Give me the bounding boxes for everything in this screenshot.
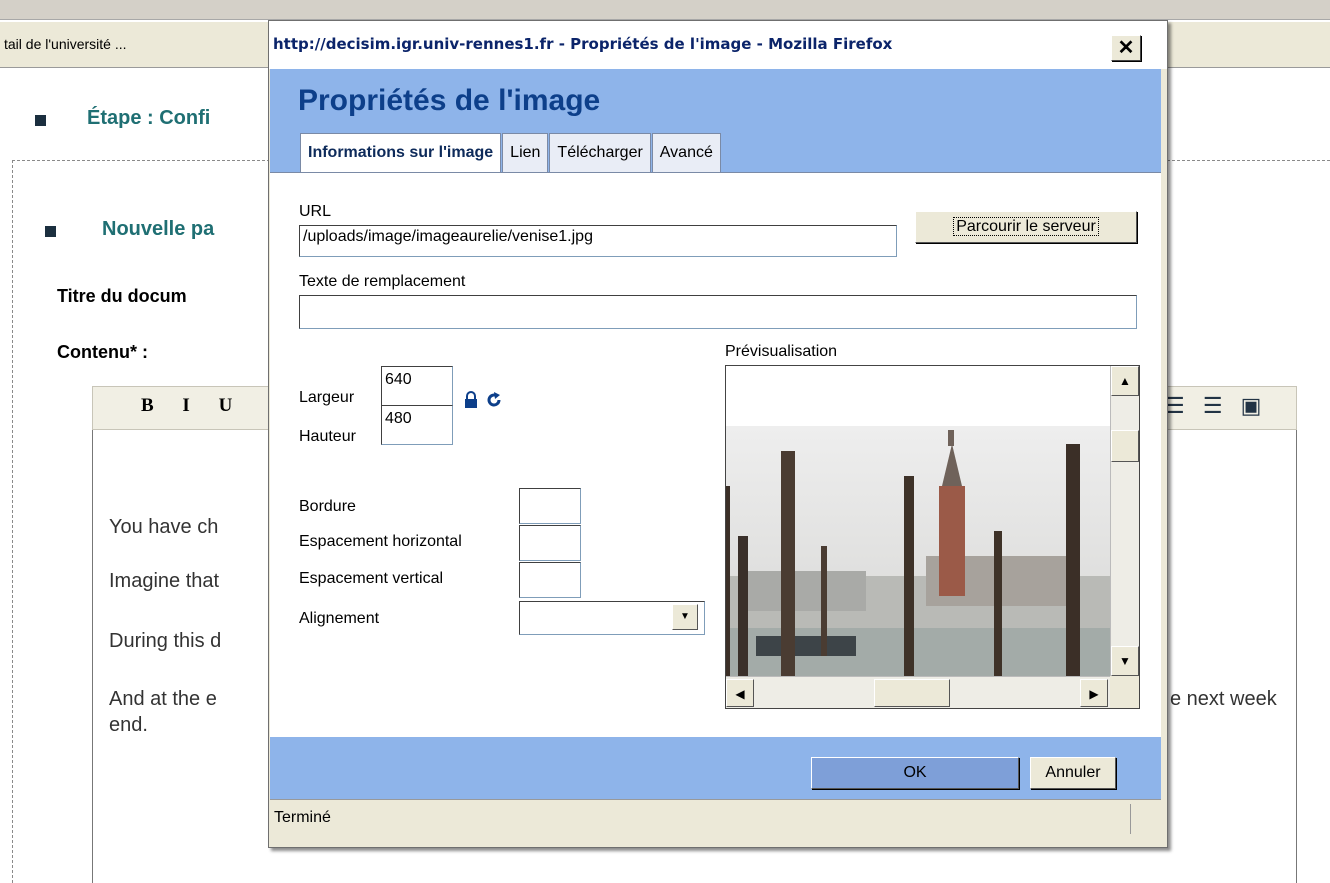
alt-text-input[interactable]: [299, 295, 1137, 329]
align-label: Alignement: [299, 610, 380, 627]
url-input[interactable]: /uploads/image/imageaurelie/venise1.jpg: [299, 225, 897, 257]
scroll-right-icon[interactable]: ▶: [1080, 679, 1108, 707]
editor-line: And at the e: [109, 688, 217, 710]
dialog-body: URL /uploads/image/imageaurelie/venise1.…: [270, 172, 1161, 737]
horizontal-scroll-thumb[interactable]: [874, 679, 950, 707]
step-heading: Étape : Confi: [35, 107, 210, 130]
refresh-icon[interactable]: [485, 391, 503, 409]
hspace-label: Espacement horizontal: [299, 533, 462, 550]
image-properties-dialog: http://decisim.igr.univ-rennes1.fr - Pro…: [268, 20, 1168, 848]
step-heading-text: Étape : Confi: [87, 107, 211, 129]
editor-line-tail: e next week: [1170, 688, 1277, 710]
preview-vertical-scrollbar[interactable]: ▲ ▼: [1110, 366, 1139, 676]
window-titlebar[interactable]: http://decisim.igr.univ-rennes1.fr - Pro…: [269, 21, 1167, 69]
content-label: Contenu* :: [57, 342, 148, 362]
bullet-square-icon: [35, 115, 46, 126]
close-icon[interactable]: ✕: [1111, 35, 1141, 61]
preview-horizontal-scrollbar[interactable]: ◀ ▶: [726, 676, 1110, 708]
browse-server-button[interactable]: Parcourir le serveur: [915, 211, 1137, 243]
status-text: Terminé: [274, 809, 331, 826]
list-buttons[interactable]: ☰ ☰ ▣: [1165, 393, 1267, 419]
scroll-up-icon[interactable]: ▲: [1111, 366, 1139, 396]
scroll-down-icon[interactable]: ▼: [1111, 646, 1139, 676]
tab-link[interactable]: Lien: [502, 133, 549, 173]
border-input[interactable]: [519, 488, 581, 524]
dialog-heading: Propriétés de l'image: [298, 84, 601, 117]
new-page-heading: Nouvelle pa: [45, 218, 214, 241]
scrollbar-corner: [1110, 676, 1139, 708]
height-input[interactable]: 480: [381, 405, 453, 445]
dialog-header: Propriétés de l'image Informations sur l…: [270, 69, 1161, 174]
border-label: Bordure: [299, 498, 356, 515]
chevron-down-icon[interactable]: ▼: [672, 604, 698, 630]
width-label: Largeur: [299, 389, 355, 406]
hspace-input[interactable]: [519, 525, 581, 561]
status-bar: Terminé: [270, 799, 1161, 839]
dashed-border: [12, 160, 13, 883]
dialog-tabs: Informations sur l'image Lien Télécharge…: [300, 133, 722, 174]
browser-tab-label: tail de l'université ...: [4, 36, 127, 52]
height-label: Hauteur: [299, 428, 356, 445]
browser-tab[interactable]: tail de l'université ...: [0, 22, 270, 68]
width-input[interactable]: 640: [381, 366, 453, 406]
format-buttons[interactable]: B I U: [141, 395, 244, 417]
vertical-scroll-thumb[interactable]: [1111, 430, 1139, 462]
align-select[interactable]: ▼: [519, 601, 705, 635]
vspace-label: Espacement vertical: [299, 570, 444, 587]
editor-line: You have ch: [109, 516, 219, 538]
status-bar-segment: [1130, 804, 1156, 834]
cancel-button[interactable]: Annuler: [1030, 757, 1116, 789]
tab-image-info[interactable]: Informations sur l'image: [300, 133, 502, 174]
document-title-label: Titre du docum: [57, 286, 187, 306]
tab-advanced[interactable]: Avancé: [651, 133, 721, 173]
browse-server-label: Parcourir le serveur: [953, 217, 1099, 236]
preview-image: [726, 366, 1110, 676]
alt-text-label: Texte de remplacement: [299, 273, 466, 290]
preview-frame: ▲ ▼ ◀ ▶: [725, 365, 1140, 709]
editor-line: Imagine that: [109, 570, 220, 592]
window-title: http://decisim.igr.univ-rennes1.fr - Pro…: [273, 35, 893, 53]
ok-button[interactable]: OK: [811, 757, 1019, 789]
url-label: URL: [299, 203, 332, 220]
vspace-input[interactable]: [519, 562, 581, 598]
browser-top-strip: [0, 0, 1330, 20]
editor-line: end.: [109, 714, 148, 736]
dialog-footer: OK Annuler: [270, 737, 1161, 799]
lock-icon[interactable]: [463, 391, 479, 409]
tab-upload[interactable]: Télécharger: [549, 133, 651, 173]
new-page-heading-text: Nouvelle pa: [102, 218, 215, 240]
editor-line: During this d: [109, 630, 222, 652]
scroll-left-icon[interactable]: ◀: [726, 679, 754, 707]
bullet-square-icon: [45, 226, 56, 237]
preview-label: Prévisualisation: [725, 343, 838, 360]
browser-tab-strip: [1165, 22, 1330, 68]
